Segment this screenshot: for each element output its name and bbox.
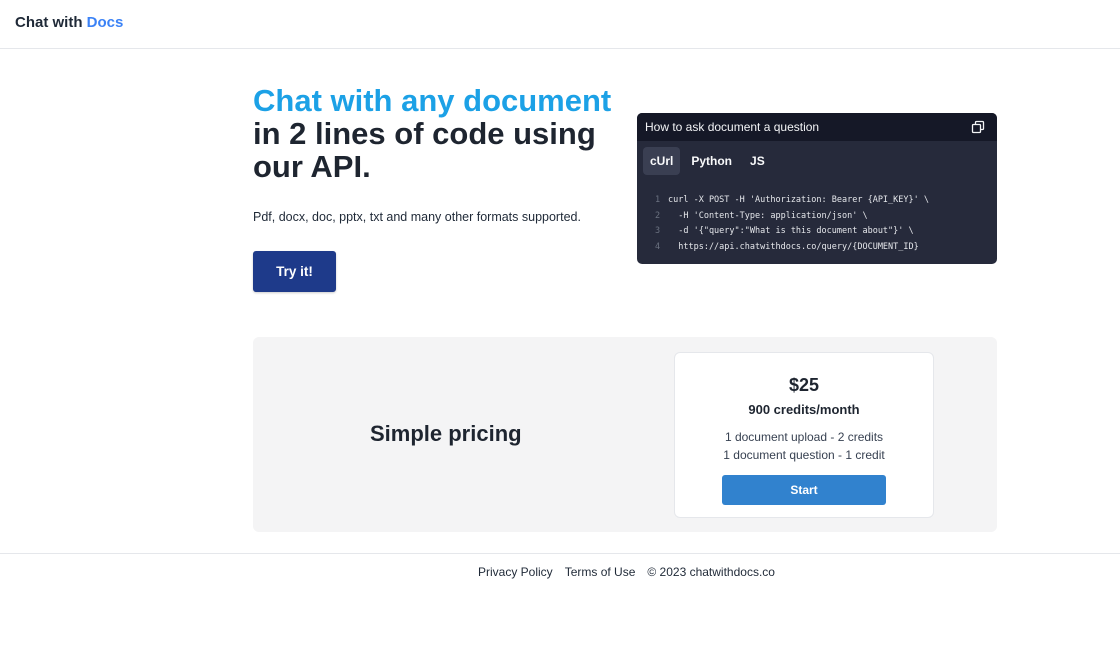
brand-logo-link[interactable]: Chat with Docs <box>15 14 123 31</box>
code-example-header: How to ask document a question <box>637 113 997 141</box>
copyright-text: © 2023 chatwithdocs.co <box>647 565 775 579</box>
copy-icon[interactable] <box>971 120 985 134</box>
line-number: 1 <box>655 195 661 205</box>
pricing-card: $25 900 credits/month 1 document upload … <box>674 352 934 518</box>
credits-per-month: 900 credits/month <box>748 402 860 417</box>
line-number: 2 <box>655 210 661 221</box>
code-text: curl -X POST -H 'Authorization: Bearer {… <box>668 195 929 205</box>
code-line: 4 https://api.chatwithdocs.co/query/{DOC… <box>655 240 997 256</box>
code-text: -H 'Content-Type: application/json' \ <box>668 210 868 221</box>
feature-question-cost: 1 document question - 1 credit <box>723 448 885 462</box>
hero-subtitle: Pdf, docx, doc, pptx, txt and many other… <box>253 210 581 224</box>
code-text: https://api.chatwithdocs.co/query/{DOCUM… <box>668 241 919 252</box>
code-line: 3 -d '{"query":"What is this document ab… <box>655 224 997 240</box>
hero-title-highlight: Chat with any document <box>253 83 612 118</box>
brand-prefix: Chat with <box>15 14 83 31</box>
hero-title-rest: in 2 lines of code using our API. <box>253 116 596 184</box>
tab-python[interactable]: Python <box>684 147 739 175</box>
code-block: 1 curl -X POST -H 'Authorization: Bearer … <box>637 175 997 255</box>
try-it-button[interactable]: Try it! <box>253 251 336 292</box>
code-line: 2 -H 'Content-Type: application/json' \ <box>655 209 997 225</box>
pricing-title: Simple pricing <box>370 421 522 446</box>
terms-of-use-link[interactable]: Terms of Use <box>565 565 636 579</box>
brand-accent: Docs <box>86 14 124 31</box>
top-navbar: Chat with Docs <box>0 0 1120 49</box>
tab-js[interactable]: JS <box>743 147 772 175</box>
start-button[interactable]: Start <box>722 475 886 505</box>
pricing-section: Simple pricing $25 900 credits/month 1 d… <box>253 337 997 532</box>
code-line: 1 curl -X POST -H 'Authorization: Bearer … <box>655 193 997 209</box>
code-example-title: How to ask document a question <box>645 120 820 134</box>
privacy-policy-link[interactable]: Privacy Policy <box>478 565 553 579</box>
hero-title: Chat with any document in 2 lines of cod… <box>253 84 623 183</box>
code-text: -d '{"query":"What is this document abou… <box>668 226 914 237</box>
feature-upload-cost: 1 document upload - 2 credits <box>724 430 884 444</box>
code-example-card: How to ask document a question cUrl Pyth… <box>637 113 997 264</box>
line-number: 3 <box>655 226 661 237</box>
price-amount: $25 <box>788 375 820 395</box>
footer: Privacy Policy Terms of Use © 2023 chatw… <box>0 553 1120 593</box>
line-number: 4 <box>655 241 661 252</box>
footer-links: Privacy Policy Terms of Use © 2023 chatw… <box>478 565 775 579</box>
tab-curl[interactable]: cUrl <box>643 147 681 175</box>
code-language-tabs: cUrl Python JS <box>637 141 997 175</box>
